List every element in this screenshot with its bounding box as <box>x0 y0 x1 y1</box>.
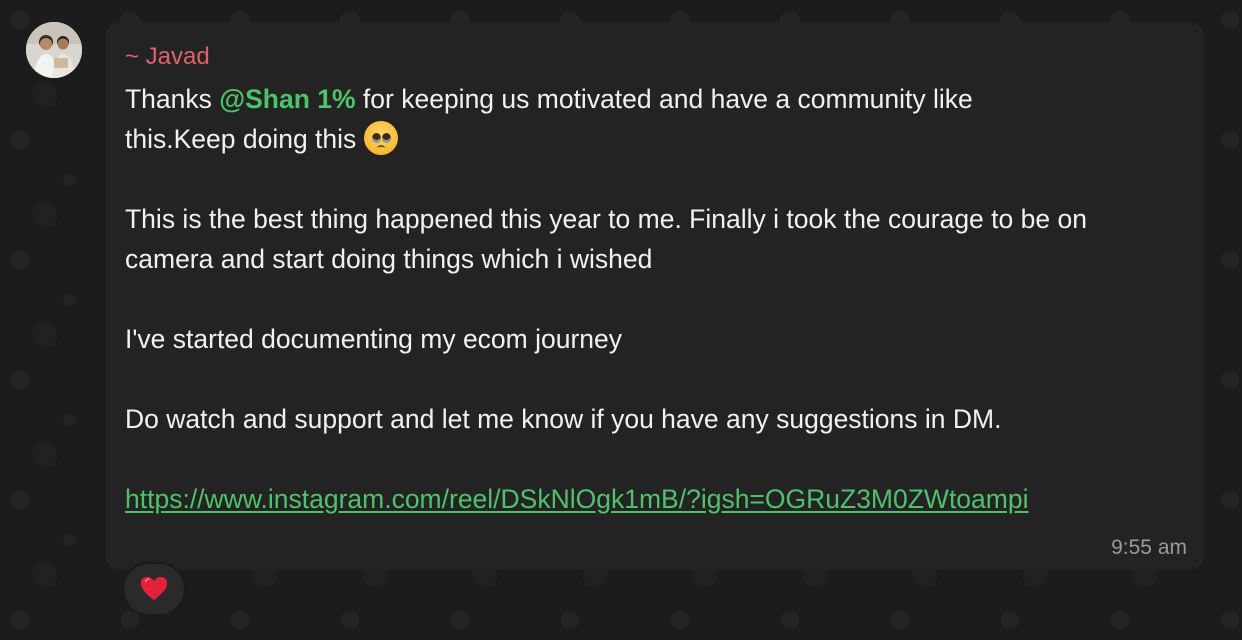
message-paragraph: This is the best thing happened this yea… <box>125 204 1087 274</box>
message-timestamp: 9:55 am <box>1111 536 1187 559</box>
mention-link[interactable]: @Shan 1% <box>219 84 355 114</box>
message-paragraph: Do watch and support and let me know if … <box>125 404 1002 434</box>
message-bubble[interactable]: ~ Javad Thanks @Shan 1% for keeping us m… <box>106 22 1204 570</box>
avatar-photo <box>26 22 82 78</box>
message-text-part: for keeping us motivated and have a comm… <box>355 84 973 114</box>
message-text: Thanks @Shan 1% for keeping us motivated… <box>125 79 1168 159</box>
message-link-line: https://www.instagram.com/reel/DSkNlOgk1… <box>125 479 1168 519</box>
reaction-badge[interactable] <box>124 564 184 614</box>
message-paragraph: I've started documenting my ecom journey <box>125 324 623 354</box>
sender-name[interactable]: ~ Javad <box>125 41 1168 73</box>
message-text-part: Thanks <box>125 84 220 114</box>
red-heart-icon <box>140 576 168 601</box>
instagram-link[interactable]: https://www.instagram.com/reel/DSkNlOgk1… <box>125 484 1028 514</box>
avatar[interactable] <box>26 22 82 78</box>
pleading-face-emoji-icon <box>364 121 399 155</box>
message-text-part: this.Keep doing this <box>125 124 357 154</box>
